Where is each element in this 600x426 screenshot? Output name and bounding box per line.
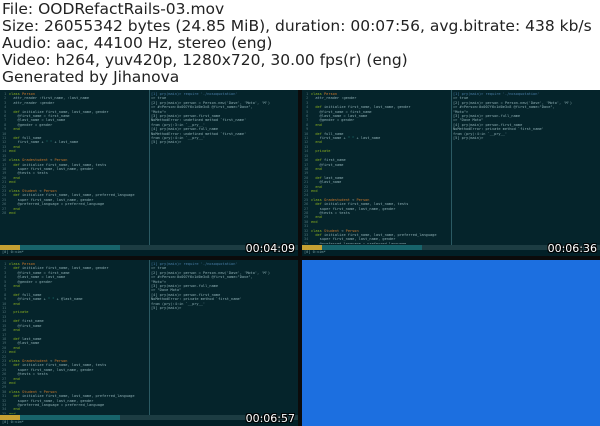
timestamp-3: 00:06:57: [245, 412, 295, 425]
info-header: File: OODRefactRails-03.mov Size: 260553…: [0, 0, 600, 90]
thumbnail-3[interactable]: 1 class Person 2 def initialize first_nam…: [0, 260, 298, 426]
thumbnail-4-blank: [302, 260, 600, 426]
code-editor-pane: 1 class Person 2 attr_reader :first_name,…: [2, 92, 148, 244]
ruby-source: 1 class Person 2 attr_reader :first_name,…: [2, 92, 135, 215]
video-info: Video: h264, yuv420p, 1280x720, 30.00 fp…: [2, 51, 408, 69]
irb-output: [1] pry(main)> require './nosoquotation'…: [151, 92, 270, 145]
timestamp-2: 00:06:36: [547, 242, 597, 255]
code-editor-pane: 1 class Person 2 attr_reader :gender 3 4 …: [304, 92, 450, 244]
irb-console-pane: [1] pry(main)> require './nosoquotation'…: [151, 262, 296, 414]
irb-console-pane: [1] pry(main)> require './nosoquotation'…: [151, 92, 296, 244]
pane-divider: [451, 90, 452, 245]
irb-output: [1] pry(main)> require './nosoquotation'…: [151, 262, 270, 311]
irb-output: [1] pry(main)> require './nosoquotation'…: [453, 92, 572, 141]
file-name: File: OODRefactRails-03.mov: [2, 0, 225, 18]
file-size: Size: 26055342 bytes (24.85 MiB), durati…: [2, 17, 592, 35]
thumbnail-1[interactable]: 1 class Person 2 attr_reader :first_name,…: [0, 90, 298, 256]
ruby-source: 1 class Person 2 def initialize first_nam…: [2, 262, 135, 414]
generated-by: Generated by Jihanova: [2, 68, 180, 86]
audio-info: Audio: aac, 44100 Hz, stereo (eng): [2, 34, 273, 52]
ruby-source: 1 class Person 2 attr_reader :gender 3 4 …: [304, 92, 437, 244]
pane-divider: [149, 90, 150, 245]
thumbnail-grid: 1 class Person 2 attr_reader :first_name,…: [0, 90, 600, 426]
code-editor-pane: 1 class Person 2 def initialize first_nam…: [2, 262, 148, 414]
timestamp-1: 00:04:09: [245, 242, 295, 255]
thumbnail-2[interactable]: 1 class Person 2 attr_reader :gender 3 4 …: [302, 90, 600, 256]
pane-divider: [149, 260, 150, 415]
irb-console-pane: [1] pry(main)> require './nosoquotation'…: [453, 92, 598, 244]
